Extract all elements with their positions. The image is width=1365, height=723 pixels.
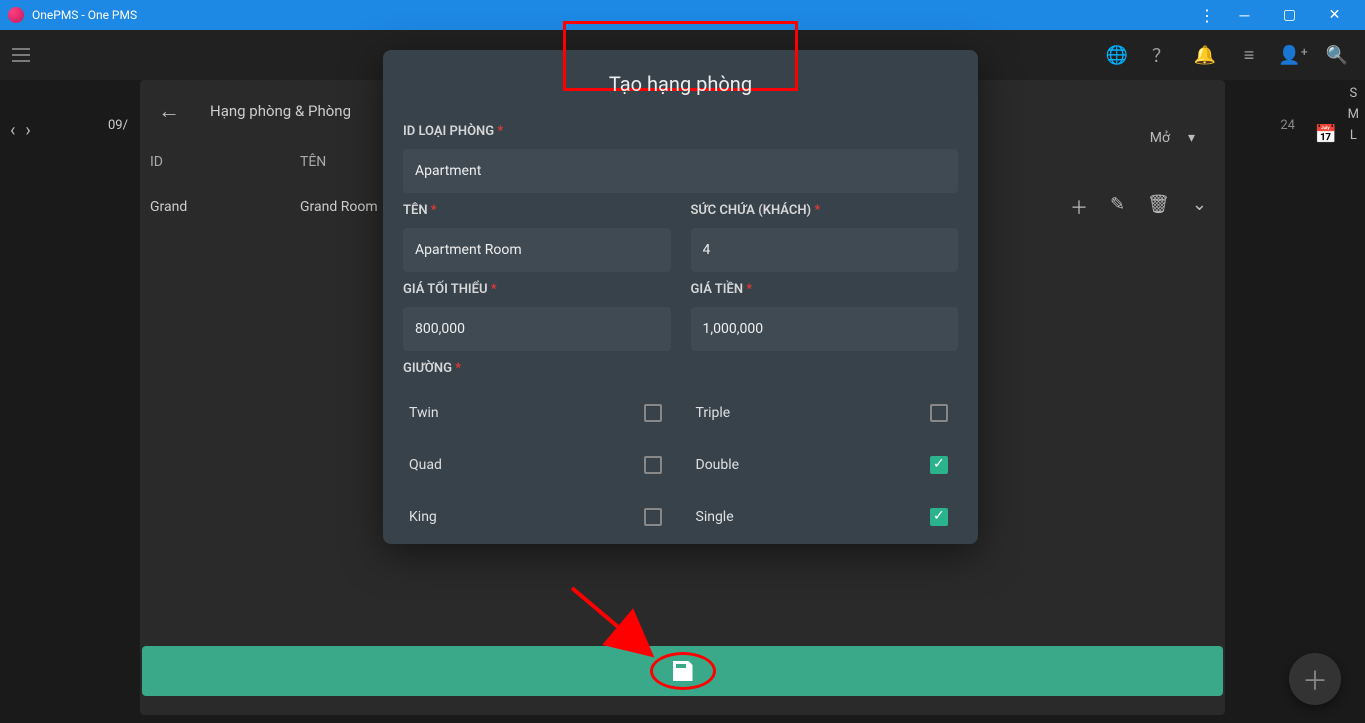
modal-title: Tạo hạng phòng	[383, 50, 978, 114]
bed-double-checkbox[interactable]	[930, 456, 948, 474]
titlebar: OnePMS - One PMS ⋮ ─ ▢ ✕	[0, 0, 1365, 30]
status-select[interactable]: Mở ▾	[1150, 130, 1195, 146]
bed-triple-checkbox[interactable]	[930, 404, 948, 422]
list-icon[interactable]: ≡	[1233, 45, 1265, 66]
chevron-down-icon: ▾	[1188, 130, 1195, 146]
input-capacity[interactable]	[691, 228, 959, 272]
window-minimize-button[interactable]: ─	[1222, 0, 1267, 30]
bed-double-label: Double	[696, 457, 740, 473]
edit-icon[interactable]: ✎	[1110, 194, 1125, 220]
input-min-price[interactable]	[403, 307, 671, 351]
search-icon[interactable]: 🔍	[1321, 45, 1353, 66]
fab-add-button[interactable]: ＋	[1289, 653, 1341, 705]
notifications-icon[interactable]: 🔔	[1189, 45, 1221, 66]
add-icon[interactable]: ＋	[1070, 194, 1088, 220]
size-l[interactable]: L	[1350, 128, 1357, 143]
bed-twin-label: Twin	[409, 405, 439, 421]
bed-options: Twin Triple Quad Double King Single	[403, 386, 958, 536]
help-icon[interactable]: ？	[1145, 42, 1177, 68]
size-s[interactable]: S	[1349, 86, 1357, 101]
status-select-label: Mở	[1150, 130, 1170, 146]
label-bed: GIƯỜNG	[403, 361, 452, 376]
expand-icon[interactable]: ⌄	[1192, 194, 1207, 220]
bed-quad-label: Quad	[409, 457, 442, 473]
bed-king-label: King	[409, 509, 437, 525]
globe-icon[interactable]: 🌐	[1101, 45, 1133, 66]
label-min-price: GIÁ TỐI THIỂU	[403, 282, 488, 297]
bed-king-checkbox[interactable]	[644, 508, 662, 526]
panel-title: Hạng phòng & Phòng	[210, 102, 351, 120]
date-hint-right: 24	[1280, 118, 1295, 133]
bed-triple-label: Triple	[696, 405, 731, 421]
app-logo	[8, 7, 24, 23]
bed-single-label: Single	[696, 509, 734, 525]
col-id: ID	[150, 154, 300, 170]
next-button[interactable]: ›	[25, 120, 30, 141]
input-price[interactable]	[691, 307, 959, 351]
row-id: Grand	[150, 199, 300, 215]
window-maximize-button[interactable]: ▢	[1267, 0, 1312, 30]
create-roomtype-modal: Tạo hạng phòng ID LOẠI PHÒNG * TÊN * SỨC…	[383, 50, 978, 544]
label-capacity: SỨC CHỨA (KHÁCH)	[691, 203, 812, 218]
input-roomtype-id[interactable]	[403, 149, 958, 193]
input-name[interactable]	[403, 228, 671, 272]
add-user-icon[interactable]: 👤⁺	[1277, 45, 1309, 66]
save-icon	[673, 661, 693, 681]
titlebar-more-icon[interactable]: ⋮	[1192, 6, 1222, 25]
size-m[interactable]: M	[1348, 107, 1359, 122]
label-price: GIÁ TIỀN	[691, 282, 744, 297]
date-prev-next: ‹ ›	[10, 120, 31, 141]
prev-button[interactable]: ‹	[10, 120, 15, 141]
label-roomtype-id: ID LOẠI PHÒNG	[403, 124, 494, 139]
bed-twin-checkbox[interactable]	[644, 404, 662, 422]
main-area: ‹ › 09/ 24 📅 S M L ← Hạng phòng & Phòng …	[0, 80, 1365, 723]
calendar-icon[interactable]: 📅	[1315, 124, 1337, 145]
save-button[interactable]	[142, 646, 1223, 696]
back-arrow-icon[interactable]: ←	[158, 98, 180, 124]
label-name: TÊN	[403, 203, 428, 218]
delete-icon[interactable]: 🗑	[1147, 194, 1170, 220]
date-hint-left: 09/	[108, 118, 128, 133]
size-switcher: S M L	[1348, 86, 1359, 143]
bed-quad-checkbox[interactable]	[644, 456, 662, 474]
menu-icon[interactable]	[12, 43, 36, 67]
bed-single-checkbox[interactable]	[930, 508, 948, 526]
window-close-button[interactable]: ✕	[1312, 0, 1357, 30]
app-title: OnePMS - One PMS	[32, 8, 1192, 22]
